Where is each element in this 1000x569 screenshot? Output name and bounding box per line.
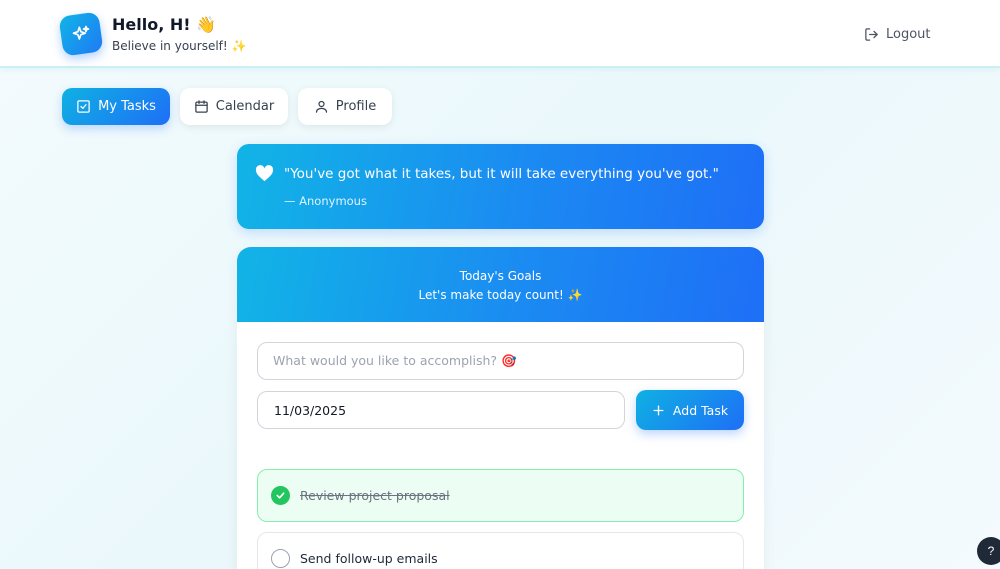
greeting-subtitle: Believe in yourself! ✨	[112, 39, 247, 53]
task-item[interactable]: Review project proposal	[257, 469, 744, 522]
date-input-value: 11/03/2025	[274, 402, 347, 418]
check-icon	[276, 492, 285, 499]
add-task-label: Add Task	[672, 402, 729, 418]
tab-calendar[interactable]: Calendar	[180, 88, 288, 125]
quote-text: "You've got what it takes, but it will t…	[284, 166, 719, 182]
help-button[interactable]: ?	[977, 537, 1000, 565]
task-label: Send follow-up emails	[300, 551, 438, 566]
tab-profile[interactable]: Profile	[298, 88, 392, 125]
logout-button[interactable]: Logout	[864, 24, 931, 44]
tab-calendar-label: Calendar	[215, 99, 275, 114]
tab-profile-label: Profile	[335, 99, 377, 114]
task-label: Review project proposal	[300, 488, 450, 503]
plus-icon	[653, 404, 664, 416]
task-item[interactable]: Send follow-up emails	[257, 532, 744, 569]
heart-icon	[255, 165, 274, 182]
greeting-title: Hello, H! 👋	[112, 15, 217, 34]
calendar-icon	[195, 100, 208, 113]
app-header: Hello, H! 👋 Believe in yourself! ✨ Logou…	[0, 0, 1000, 68]
quote-author: — Anonymous	[284, 194, 367, 208]
task-input[interactable]: What would you like to accomplish? 🎯	[257, 342, 744, 380]
user-icon	[315, 100, 327, 113]
quote-card: "You've got what it takes, but it will t…	[237, 144, 764, 229]
add-task-button[interactable]: Add Task	[636, 390, 744, 430]
task-checkbox-unchecked[interactable]	[271, 549, 290, 568]
logout-icon	[865, 27, 878, 41]
task-input-placeholder: What would you like to accomplish? 🎯	[273, 353, 517, 368]
goals-subtitle: Let's make today count! ✨	[418, 288, 583, 302]
tab-my-tasks-label: My Tasks	[98, 99, 156, 114]
logout-label: Logout	[886, 26, 931, 42]
goals-header: Today's Goals Let's make today count! ✨	[237, 247, 764, 322]
tab-my-tasks[interactable]: My Tasks	[62, 88, 170, 125]
sparkle-logo-icon	[58, 11, 104, 57]
date-input[interactable]: 11/03/2025	[257, 391, 625, 429]
task-checkbox-checked[interactable]	[271, 486, 290, 505]
goals-card: Today's Goals Let's make today count! ✨ …	[237, 247, 764, 569]
checkbox-icon	[77, 100, 90, 113]
goals-title: Today's Goals	[459, 269, 542, 283]
